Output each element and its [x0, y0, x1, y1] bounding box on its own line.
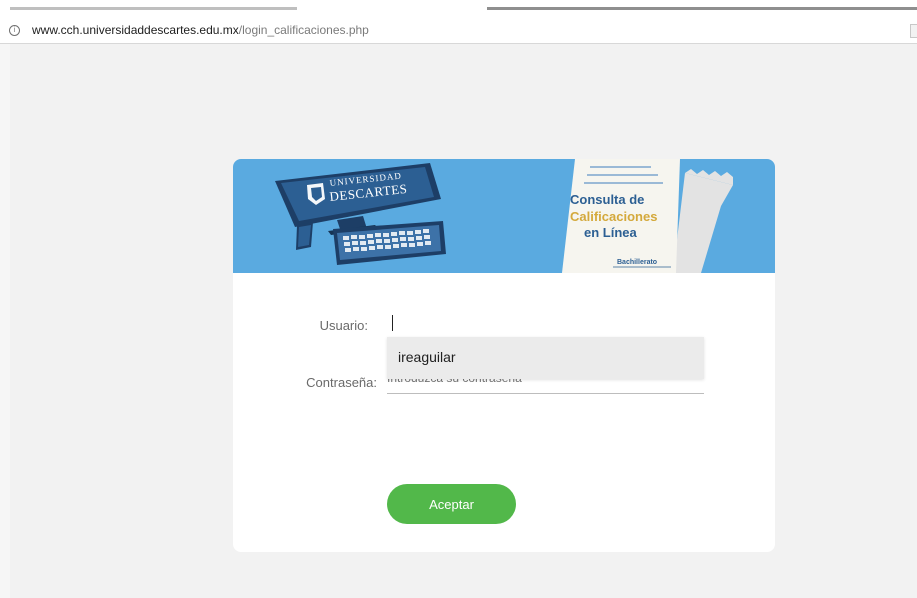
page-edge — [0, 44, 10, 598]
page-content: UNIVERSIDAD DESCARTES Consulta de Califi… — [0, 44, 917, 598]
doc-footer: Bachillerato — [617, 259, 657, 266]
login-card: UNIVERSIDAD DESCARTES Consulta de Califi… — [233, 159, 775, 552]
tab-inactive[interactable] — [10, 7, 297, 10]
username-input[interactable] — [387, 307, 704, 338]
url-domain: www.cch.universidaddescartes.edu.mx — [32, 23, 239, 37]
password-label: Contraseña: — [306, 375, 377, 390]
page-action-button[interactable] — [910, 24, 917, 38]
info-icon[interactable]: i — [9, 25, 20, 36]
header-banner: UNIVERSIDAD DESCARTES Consulta de Califi… — [233, 159, 775, 273]
phone-illustration — [296, 222, 313, 250]
text-caret — [392, 315, 393, 331]
autofill-dropdown[interactable]: ireaguilar — [387, 337, 704, 379]
tab-inactive-right[interactable] — [487, 7, 917, 10]
accept-button[interactable]: Aceptar — [387, 484, 516, 524]
url-path: /login_calificaciones.php — [238, 23, 369, 37]
autofill-option[interactable]: ireaguilar — [398, 349, 456, 365]
address-bar[interactable]: i www.cch.universidaddescartes.edu.mx/lo… — [0, 16, 917, 44]
doc-line2: Calificaciones — [570, 209, 657, 224]
url-text[interactable]: www.cch.universidaddescartes.edu.mx/logi… — [32, 23, 369, 37]
doc-line1: Consulta de — [570, 192, 644, 207]
banner-illustration: UNIVERSIDAD DESCARTES Consulta de Califi… — [275, 159, 733, 273]
username-label: Usuario: — [319, 318, 368, 333]
tab-strip — [0, 0, 917, 16]
doc-line3: en Línea — [584, 225, 638, 240]
login-form: Usuario: ireaguilar Contraseña: Aceptar — [233, 273, 775, 552]
